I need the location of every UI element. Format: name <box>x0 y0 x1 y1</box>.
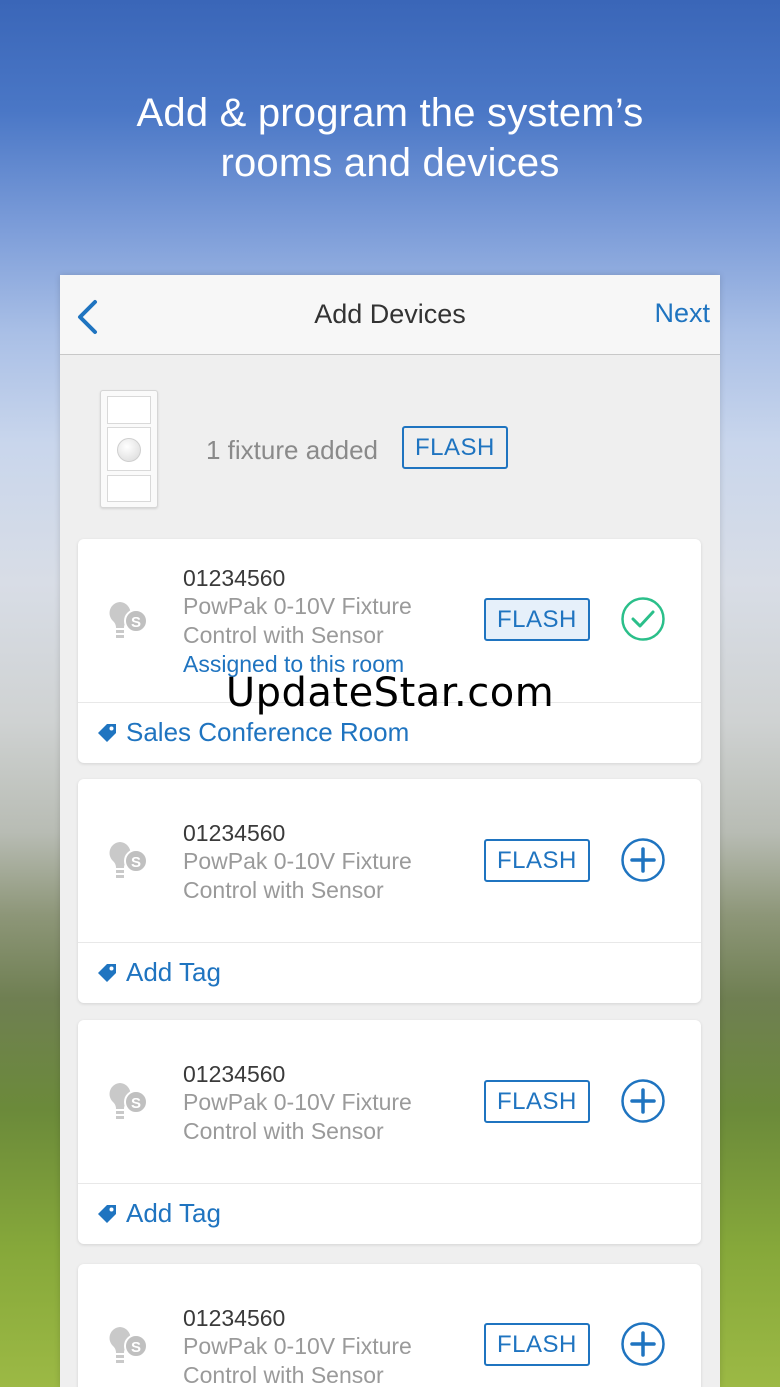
flash-button[interactable]: FLASH <box>484 1080 590 1123</box>
tag-label: Add Tag <box>126 957 221 987</box>
device-card: S 01234560 PowPak 0-10V Fixture Control … <box>78 1264 701 1387</box>
device-name: PowPak 0-10V Fixture Control with Sensor <box>183 847 453 905</box>
keypad-dimmer-dot <box>117 438 141 462</box>
keypad-bottom-button <box>107 475 151 502</box>
keypad-image <box>100 390 158 508</box>
tag-icon <box>98 724 116 742</box>
tag-label: Sales Conference Room <box>126 717 410 747</box>
add-tag-button[interactable]: Add Tag <box>78 1184 701 1244</box>
headline-line-1: Add & program the system’s <box>136 91 644 135</box>
device-serial: 01234560 <box>183 820 286 846</box>
device-name-line-1: PowPak 0-10V Fixture <box>183 1089 412 1115</box>
sensor-bulb-icon: S <box>109 842 148 878</box>
sensor-bulb-icon: S <box>109 1327 148 1363</box>
add-tag-button[interactable]: Add Tag <box>78 943 701 1003</box>
svg-text:S: S <box>131 614 141 631</box>
device-serial: 01234560 <box>183 1305 286 1331</box>
keypad-top-button <box>107 396 151 424</box>
device-name-line-2: Control with Sensor <box>183 1362 384 1387</box>
sensor-bulb-icon: S <box>109 1083 148 1119</box>
device-card: S 01234560 PowPak 0-10V Fixture Control … <box>78 1020 701 1244</box>
add-icon[interactable] <box>620 837 666 883</box>
device-serial: 01234560 <box>183 565 286 591</box>
check-icon[interactable] <box>620 596 666 642</box>
device-card: S 01234560 PowPak 0-10V Fixture Control … <box>78 539 701 763</box>
svg-text:S: S <box>131 854 141 871</box>
device-name-line-2: Control with Sensor <box>183 1118 384 1144</box>
device-name-line-2: Control with Sensor <box>183 877 384 903</box>
app-screen: Add Devices Next 1 fixture added FLASH S… <box>60 275 720 1387</box>
flash-button[interactable]: FLASH <box>484 598 590 641</box>
flash-all-button[interactable]: FLASH <box>402 426 508 469</box>
add-icon[interactable] <box>620 1321 666 1367</box>
fixture-count-text: 1 fixture added <box>206 435 379 465</box>
device-card-body: S 01234560 PowPak 0-10V Fixture Control … <box>78 779 701 943</box>
next-button[interactable]: Next <box>654 298 710 329</box>
page-title: Add Devices <box>314 299 466 329</box>
headline-line-2: rooms and devices <box>220 141 560 185</box>
flash-button[interactable]: FLASH <box>484 1323 590 1366</box>
device-name-line-1: PowPak 0-10V Fixture <box>183 848 412 874</box>
headline: Add & program the system’s rooms and dev… <box>0 88 780 188</box>
flash-button[interactable]: FLASH <box>484 839 590 882</box>
navigation-bar: Add Devices Next <box>60 275 720 355</box>
device-name-line-2: Control with Sensor <box>183 622 384 648</box>
watermark: UpdateStar.com <box>225 670 555 716</box>
device-name: PowPak 0-10V Fixture Control with Sensor <box>183 1332 453 1387</box>
device-name: PowPak 0-10V Fixture Control with Sensor <box>183 1088 453 1146</box>
device-card-body: S 01234560 PowPak 0-10V Fixture Control … <box>78 1020 701 1184</box>
summary-section: 1 fixture added FLASH <box>60 355 720 535</box>
device-serial: 01234560 <box>183 1061 286 1087</box>
sensor-bulb-icon: S <box>109 602 148 638</box>
svg-text:S: S <box>131 1095 141 1112</box>
device-name: PowPak 0-10V Fixture Control with Sensor <box>183 592 453 650</box>
svg-text:S: S <box>131 1339 141 1356</box>
tag-label: Add Tag <box>126 1198 221 1228</box>
tag-icon <box>98 1205 116 1223</box>
device-card: S 01234560 PowPak 0-10V Fixture Control … <box>78 779 701 1003</box>
device-name-line-1: PowPak 0-10V Fixture <box>183 593 412 619</box>
add-icon[interactable] <box>620 1078 666 1124</box>
tag-icon <box>98 964 116 982</box>
device-card-body: S 01234560 PowPak 0-10V Fixture Control … <box>78 1264 701 1387</box>
device-name-line-1: PowPak 0-10V Fixture <box>183 1333 412 1359</box>
